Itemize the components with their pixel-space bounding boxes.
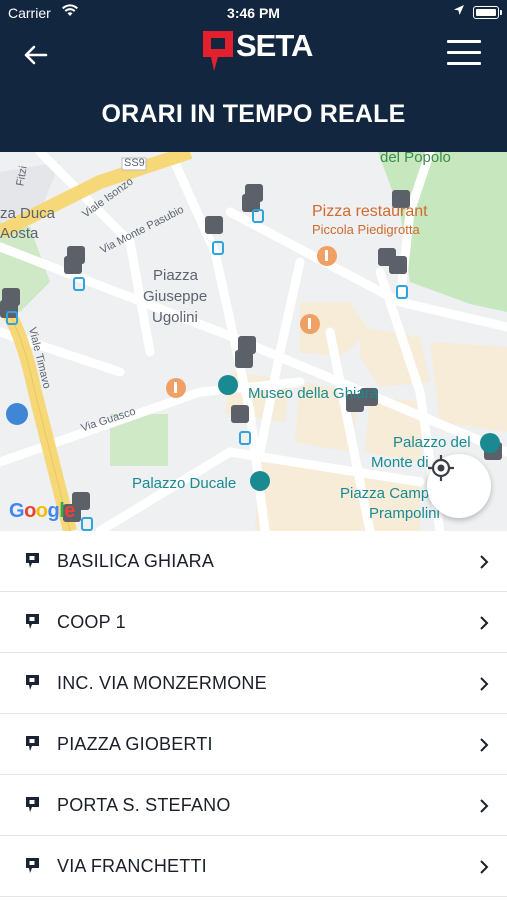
map-label-ugolini: Ugolini [152,309,198,326]
map-label-pizza-restaurant: Pizza restaurant [312,203,428,220]
stop-list: BASILICA GHIARA COOP 1 INC. VIA MONZERMO… [0,531,507,897]
stop-row-coop-1[interactable]: COOP 1 [0,592,507,653]
menu-button[interactable] [447,40,481,66]
bus-stop-icon [26,797,39,812]
stop-row-inc-via-monzermone[interactable]: INC. VIA MONZERMONE [0,653,507,714]
stop-name: BASILICA GHIARA [57,551,215,571]
map-label-aosta: Aosta [0,225,39,242]
map-label-giuseppe: Giuseppe [143,288,208,305]
chevron-right-icon [480,738,489,752]
map-label-museo: Museo della Ghiara [248,385,379,402]
clock: 3:46 PM [227,5,280,21]
location-arrow-icon [453,4,465,19]
map-label-palazzo-del: Palazzo del [393,434,471,451]
map-view[interactable]: SS9 del Popolo Pizza restaurant Piccola … [0,152,507,531]
bus-stop-icon [26,614,39,629]
bus-stop-icon [26,736,39,751]
app-header: SETA ORARI IN TEMPO REALE [0,26,507,152]
stop-row-piazza-gioberti[interactable]: PIAZZA GIOBERTI [0,714,507,775]
stop-row-basilica-ghiara[interactable]: BASILICA GHIARA [0,531,507,592]
stop-row-via-franchetti[interactable]: VIA FRANCHETTI [0,836,507,897]
map-label-prampolini: Prampolini [369,505,440,522]
stop-name: VIA FRANCHETTI [57,856,207,876]
map-label-piazza-camp: Piazza Camp [340,485,430,502]
stop-name: PORTA S. STEFANO [57,795,231,815]
map-label-monte-di: Monte di [371,454,429,471]
bus-stop-icon [26,675,39,690]
map-label-piazza: Piazza [153,267,199,284]
chevron-right-icon [480,860,489,874]
bus-stop-icon [26,858,39,873]
chevron-right-icon [480,799,489,813]
stop-name: COOP 1 [57,612,126,632]
stop-row-porta-s-stefano[interactable]: PORTA S. STEFANO [0,775,507,836]
map-label-piccola-piedigrotta: Piccola Piedigrotta [312,222,420,237]
map-label-del-popolo: del Popolo [380,152,451,166]
road-shield-ss9: SS9 [124,157,145,169]
crosshair-icon [428,455,454,481]
bus-stop-icon [26,553,39,568]
arrow-left-icon [24,45,48,65]
locate-me-button[interactable] [427,454,491,518]
brand-name: SETA [236,28,313,63]
chevron-right-icon [480,677,489,691]
battery-icon [473,6,502,19]
status-bar: Carrier 3:46 PM [0,0,507,26]
map-label-duca: za Duca [0,205,56,222]
google-logo: Google [9,500,75,522]
page-title: ORARI IN TEMPO REALE [101,100,406,128]
chevron-right-icon [480,555,489,569]
stop-name: PIAZZA GIOBERTI [57,734,213,754]
stop-name: INC. VIA MONZERMONE [57,673,267,693]
back-button[interactable] [20,38,54,72]
hamburger-icon [447,40,481,43]
chevron-right-icon [480,616,489,630]
seta-logo-mark [202,29,234,73]
map-label-palazzo-ducale: Palazzo Ducale [132,475,237,492]
seta-logo: SETA [202,28,313,77]
